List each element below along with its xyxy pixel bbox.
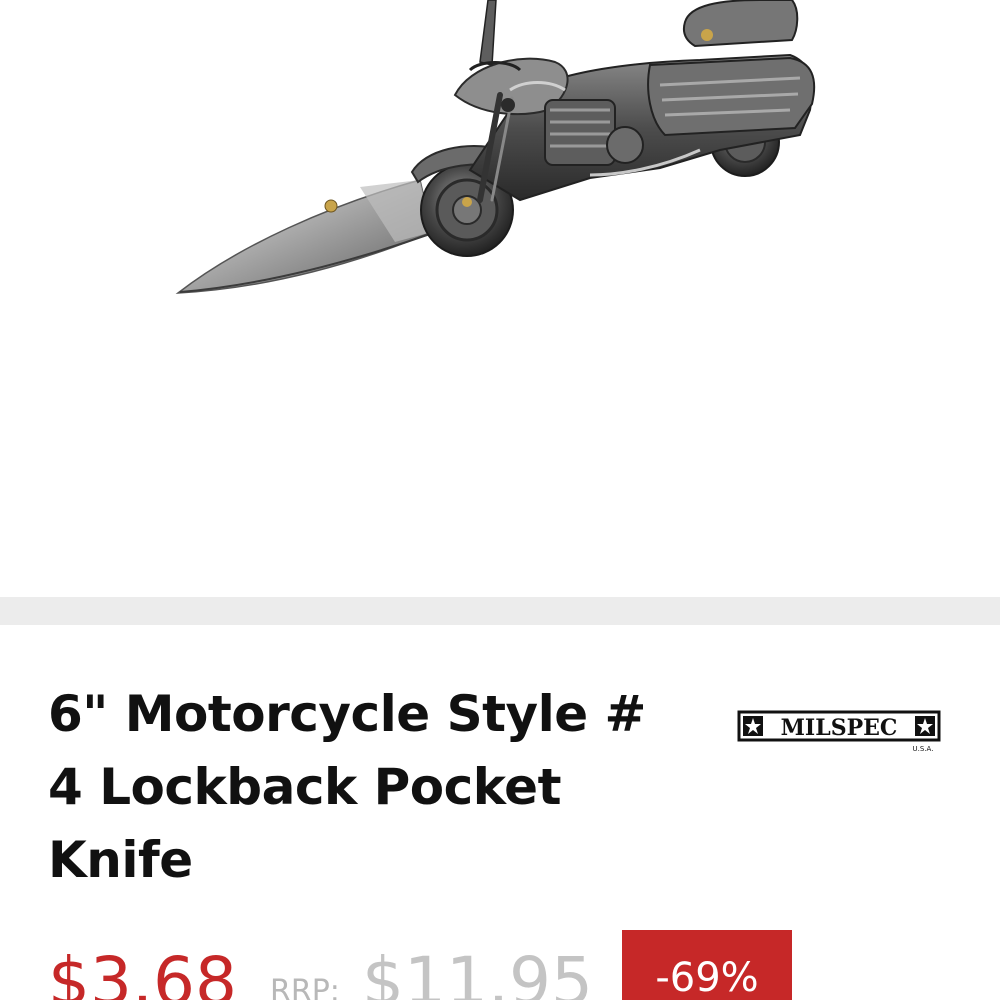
section-divider [0,597,1000,625]
rrp-price: $11.95 [362,943,593,1000]
product-image[interactable] [0,0,1000,597]
knife-illustration [175,0,816,294]
discount-badge: -69% [622,930,792,1000]
price-row: $3.68 RRP: $11.95 -69% [0,930,1000,1000]
product-page: 6" Motorcycle Style # 4 Lockback Pocket … [0,0,1000,1000]
sale-price: $3.68 [48,943,237,1000]
rrp-label: RRP: [270,974,340,1000]
milspec-logo-icon: MILSPEC U.S.A. [737,710,941,753]
product-title: 6" Motorcycle Style # 4 Lockback Pocket … [48,685,646,889]
svg-text:U.S.A.: U.S.A. [913,745,934,753]
brand-logo[interactable]: MILSPEC U.S.A. [737,706,941,754]
svg-text:MILSPEC: MILSPEC [781,715,898,741]
discount-text: -69% [655,955,759,1000]
